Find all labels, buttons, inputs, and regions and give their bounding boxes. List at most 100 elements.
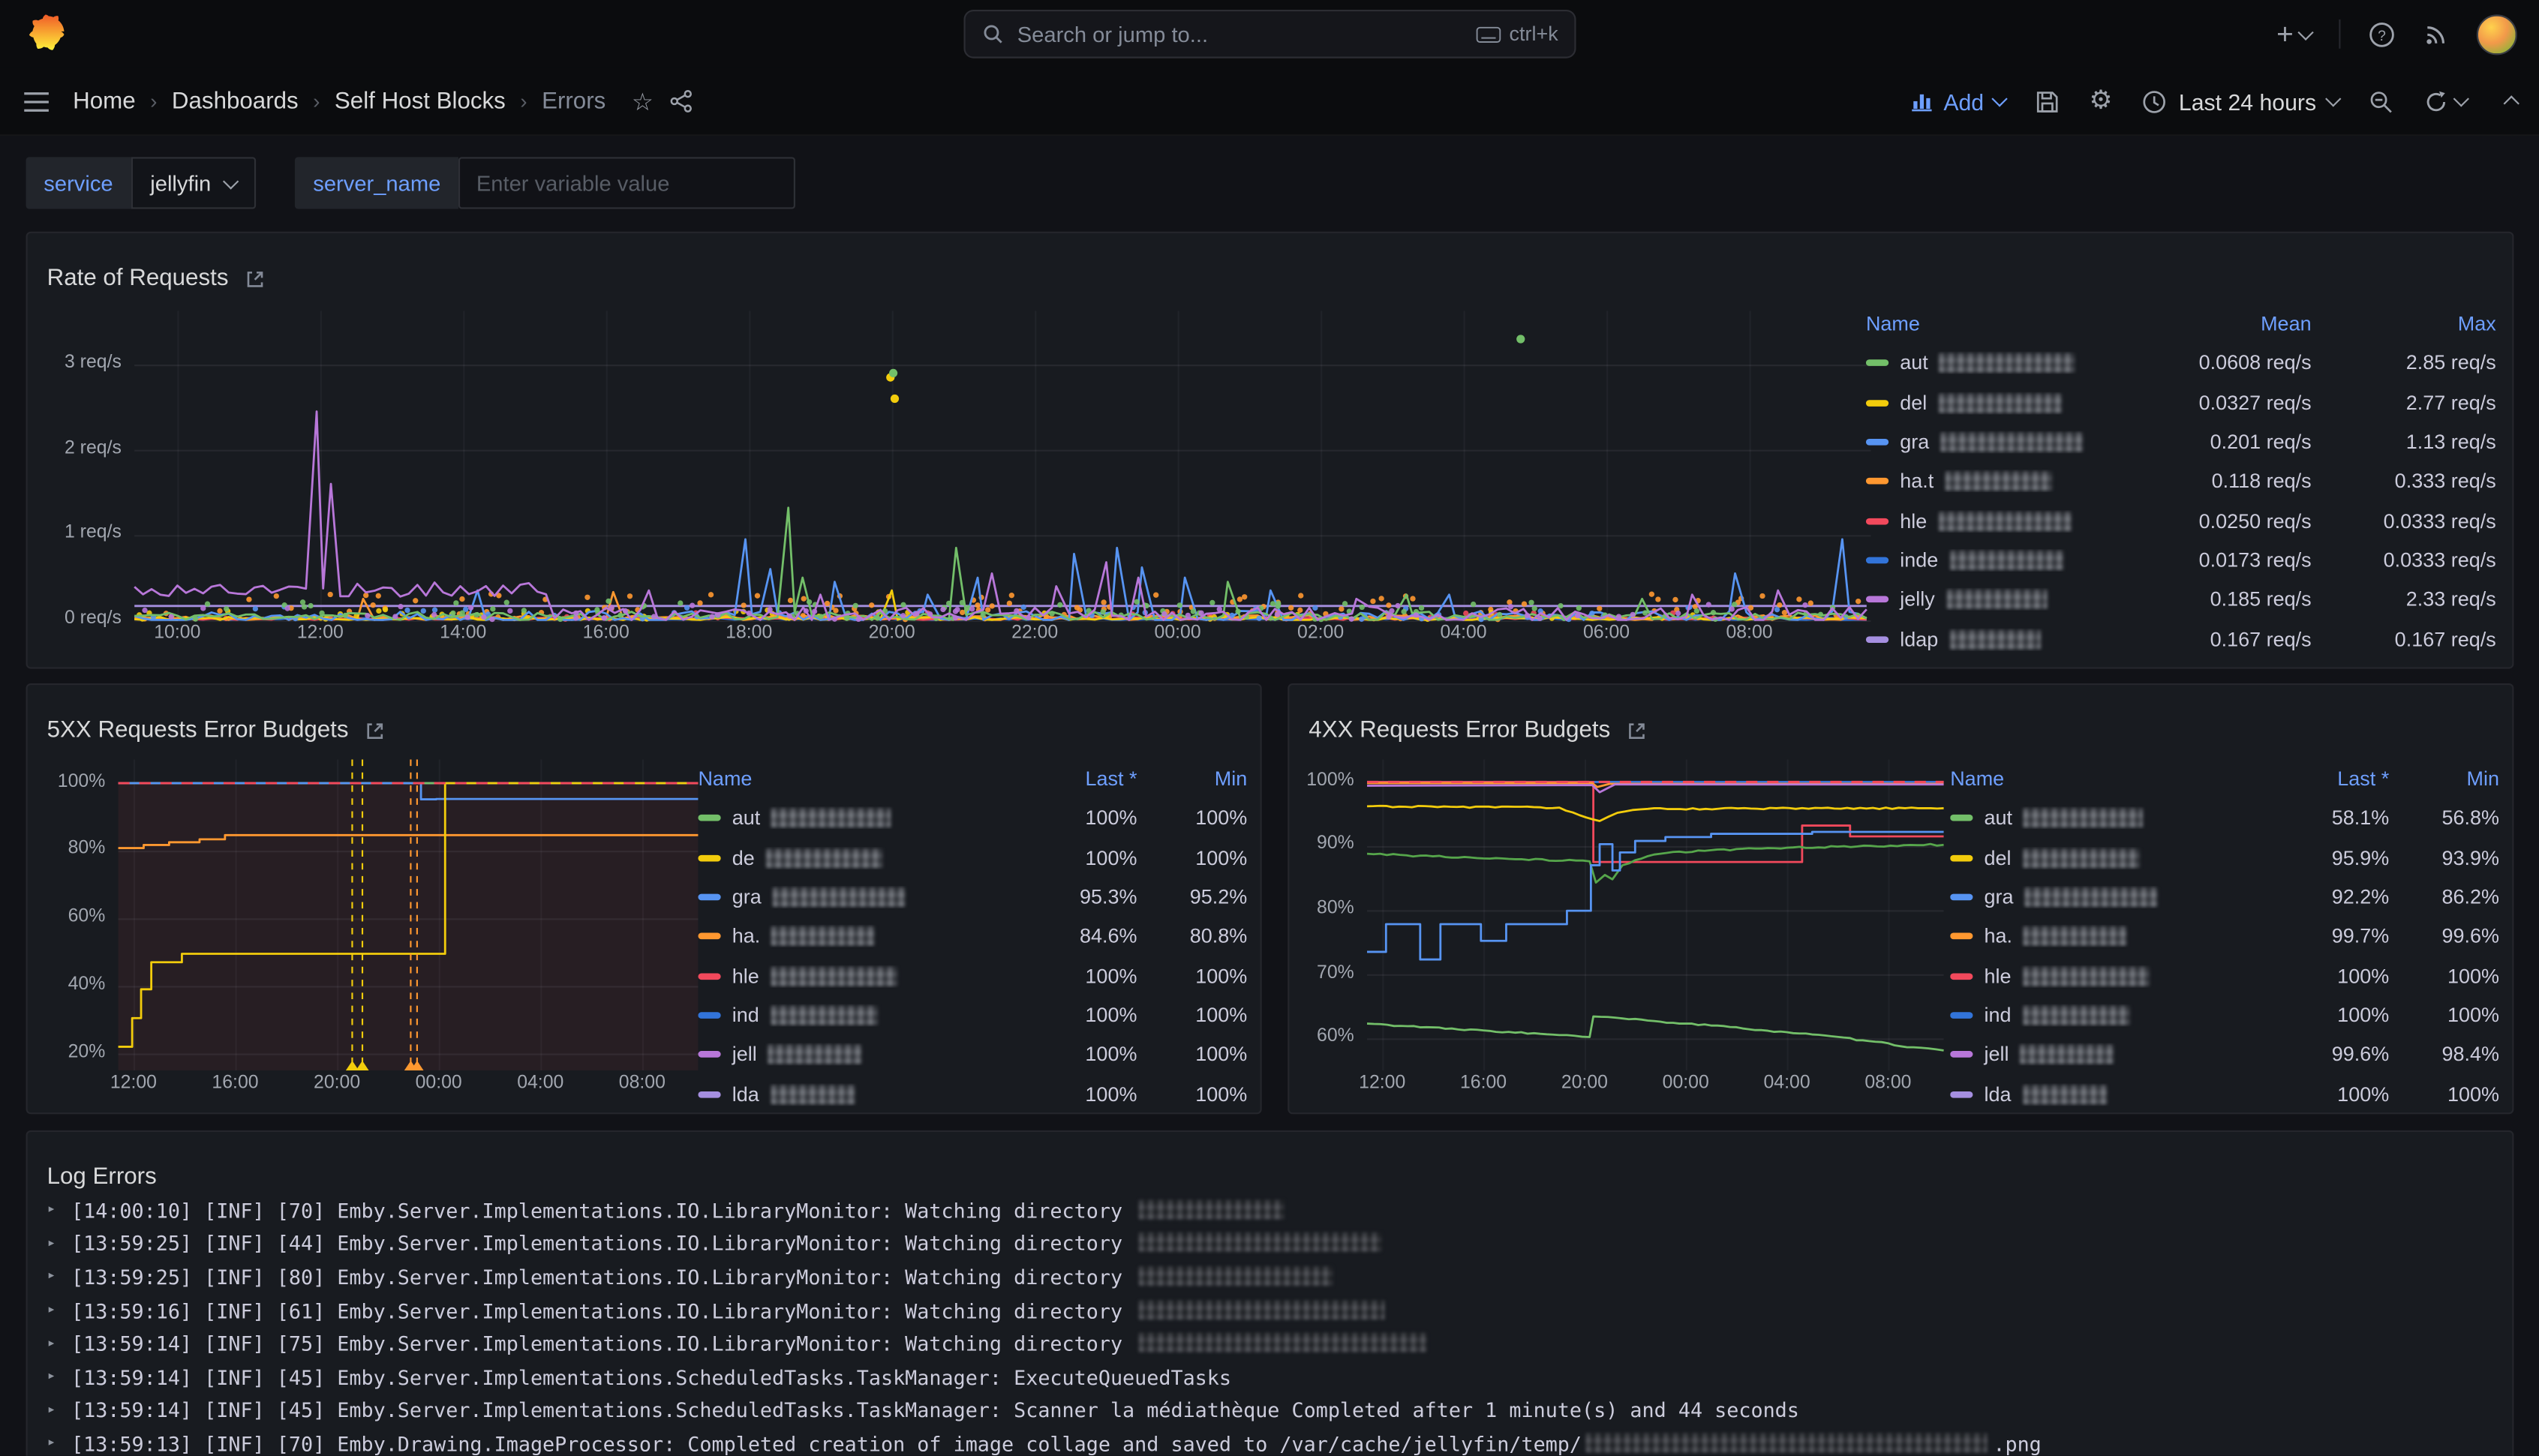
legend-row[interactable]: aut58.1%56.8%	[1950, 799, 2499, 838]
data-point	[217, 608, 222, 614]
legend-row[interactable]: de100%100%	[698, 838, 1247, 877]
news-button[interactable]	[2423, 21, 2450, 47]
breadcrumb-dashboards[interactable]: Dashboards	[172, 89, 299, 115]
legend-row[interactable]: gra0.201 req/s1.13 req/s	[1866, 422, 2496, 461]
data-point	[755, 593, 760, 599]
zoom-out-button[interactable]	[2368, 89, 2394, 115]
legend-row[interactable]: hle100%100%	[698, 956, 1247, 995]
legend-row[interactable]: ha.99.7%99.6%	[1950, 917, 2499, 956]
legend-row[interactable]: gra92.2%86.2%	[1950, 878, 2499, 917]
data-point	[1711, 610, 1716, 615]
collapse-toolbar-button[interactable]	[2506, 95, 2517, 107]
legend-header[interactable]: Min	[2389, 768, 2499, 791]
save-dashboard-button[interactable]	[2034, 89, 2060, 115]
legend-row[interactable]: ldap0.167 req/s0.167 req/s	[1866, 619, 2496, 658]
legend-header[interactable]: Name	[1950, 768, 2227, 791]
log-line[interactable]: ▸[13:59:14] [INF] [75] Emby.Server.Imple…	[47, 1327, 2493, 1360]
log-text: [13:59:25] [INF] [44] Emby.Server.Implem…	[71, 1232, 1387, 1256]
external-link-icon[interactable]	[1627, 720, 1648, 741]
expand-caret-icon[interactable]: ▸	[47, 1235, 71, 1252]
chart-plot[interactable]	[134, 311, 1870, 620]
expand-caret-icon[interactable]: ▸	[47, 1335, 71, 1352]
y-axis-label: 20%	[38, 1042, 106, 1061]
log-line[interactable]: ▸[13:59:25] [INF] [80] Emby.Server.Imple…	[47, 1260, 2493, 1293]
x-axis-label: 06:00	[1567, 623, 1645, 643]
expand-caret-icon[interactable]: ▸	[47, 1202, 71, 1218]
chart-plot[interactable]	[1367, 759, 1944, 1070]
legend-header[interactable]: Max	[2312, 313, 2496, 335]
legend-header[interactable]: Last *	[2227, 768, 2389, 791]
data-point	[371, 602, 376, 608]
legend-row[interactable]: hle100%100%	[1950, 956, 2499, 995]
chevron-down-icon	[224, 173, 239, 188]
data-point	[960, 600, 965, 605]
legend-header[interactable]: Name	[698, 768, 975, 791]
external-link-icon[interactable]	[365, 720, 386, 741]
series-color-swatch	[1866, 557, 1888, 563]
menu-toggle-button[interactable]	[23, 90, 50, 113]
share-button[interactable]	[669, 89, 693, 113]
expand-caret-icon[interactable]: ▸	[47, 1302, 71, 1319]
legend-row[interactable]: ind100%100%	[1950, 995, 2499, 1034]
log-line[interactable]: ▸[14:00:10] [INF] [70] Emby.Server.Imple…	[47, 1193, 2493, 1226]
data-point	[1675, 611, 1681, 616]
legend-row[interactable]: lda100%100%	[1950, 1074, 2499, 1113]
refresh-button[interactable]	[2423, 89, 2467, 115]
search-input[interactable]: Search or jump to... ctrl+k	[963, 10, 1576, 59]
legend-row[interactable]: ha.84.6%80.8%	[698, 917, 1247, 956]
breadcrumb-home[interactable]: Home	[73, 89, 136, 115]
grafana-logo[interactable]	[29, 14, 68, 53]
new-button[interactable]: +	[2276, 20, 2311, 49]
time-series-chart[interactable]: 0 req/s1 req/s2 req/s3 req/s10:0012:0014…	[50, 311, 1870, 646]
legend-row[interactable]: jell100%100%	[698, 1035, 1247, 1074]
series-line	[1367, 832, 1944, 959]
time-series-chart[interactable]: 20%40%60%80%100%12:0016:0020:0000:0004:0…	[38, 759, 699, 1096]
x-axis-label: 08:00	[1711, 623, 1789, 643]
breadcrumb-separator: ›	[518, 89, 529, 113]
log-line[interactable]: ▸[13:59:13] [INF] [70] Emby.Drawing.Imag…	[47, 1427, 2493, 1456]
add-panel-button[interactable]: Add	[1910, 89, 2005, 115]
legend-header[interactable]: Last *	[975, 768, 1137, 791]
legend-row[interactable]: del95.9%93.9%	[1950, 838, 2499, 877]
legend-row[interactable]: jell99.6%98.4%	[1950, 1035, 2499, 1074]
expand-caret-icon[interactable]: ▸	[47, 1436, 71, 1452]
legend-row[interactable]: ha.t0.118 req/s0.333 req/s	[1866, 462, 2496, 501]
legend-row[interactable]: gra95.3%95.2%	[698, 878, 1247, 917]
panel-title[interactable]: 4XX Requests Error Budgets	[1309, 717, 1648, 743]
data-point	[584, 595, 590, 600]
expand-caret-icon[interactable]: ▸	[47, 1369, 71, 1385]
legend-row[interactable]: del0.0327 req/s2.77 req/s	[1866, 383, 2496, 422]
legend-row[interactable]: ind100%100%	[698, 995, 1247, 1034]
help-button[interactable]: ?	[2368, 20, 2396, 48]
variable-service-select[interactable]: jellyfin	[131, 157, 256, 209]
legend-header[interactable]: Min	[1137, 768, 1247, 791]
legend-header[interactable]: Name	[1866, 313, 2137, 335]
legend-row[interactable]: aut100%100%	[698, 799, 1247, 838]
log-line[interactable]: ▸[13:59:14] [INF] [45] Emby.Server.Imple…	[47, 1360, 2493, 1393]
breadcrumb-dashboard-name[interactable]: Self Host Blocks	[335, 89, 506, 115]
favorite-star-button[interactable]: ☆	[632, 86, 654, 116]
data-point	[1007, 601, 1012, 606]
panel-title[interactable]: Log Errors	[47, 1164, 157, 1190]
expand-caret-icon[interactable]: ▸	[47, 1268, 71, 1285]
legend-row[interactable]: hle0.0250 req/s0.0333 req/s	[1866, 501, 2496, 540]
chart-plot[interactable]	[119, 759, 699, 1070]
refresh-icon	[2423, 89, 2450, 115]
panel-title[interactable]: Rate of Requests	[47, 266, 266, 292]
legend-row[interactable]: jelly0.185 req/s2.33 req/s	[1866, 580, 2496, 619]
legend-row[interactable]: lda100%100%	[698, 1074, 1247, 1113]
log-line[interactable]: ▸[13:59:14] [INF] [45] Emby.Server.Imple…	[47, 1394, 2493, 1427]
panel-title[interactable]: 5XX Requests Error Budgets	[47, 717, 386, 743]
legend-row[interactable]: inde0.0173 req/s0.0333 req/s	[1866, 541, 2496, 580]
avatar[interactable]	[2477, 14, 2517, 54]
log-line[interactable]: ▸[13:59:25] [INF] [44] Emby.Server.Imple…	[47, 1226, 2493, 1259]
time-range-picker[interactable]: Last 24 hours	[2141, 89, 2339, 115]
dashboard-settings-button[interactable]: ⚙	[2089, 89, 2112, 115]
external-link-icon[interactable]	[245, 268, 266, 289]
legend-header[interactable]: Mean	[2136, 313, 2311, 335]
log-line[interactable]: ▸[13:59:16] [INF] [61] Emby.Server.Imple…	[47, 1293, 2493, 1326]
variable-server-name-input[interactable]	[458, 157, 795, 209]
time-series-chart[interactable]: 60%70%80%90%100%12:0016:0020:0000:0004:0…	[1296, 759, 1944, 1096]
legend-row[interactable]: aut0.0608 req/s2.85 req/s	[1866, 344, 2496, 383]
expand-caret-icon[interactable]: ▸	[47, 1402, 71, 1418]
